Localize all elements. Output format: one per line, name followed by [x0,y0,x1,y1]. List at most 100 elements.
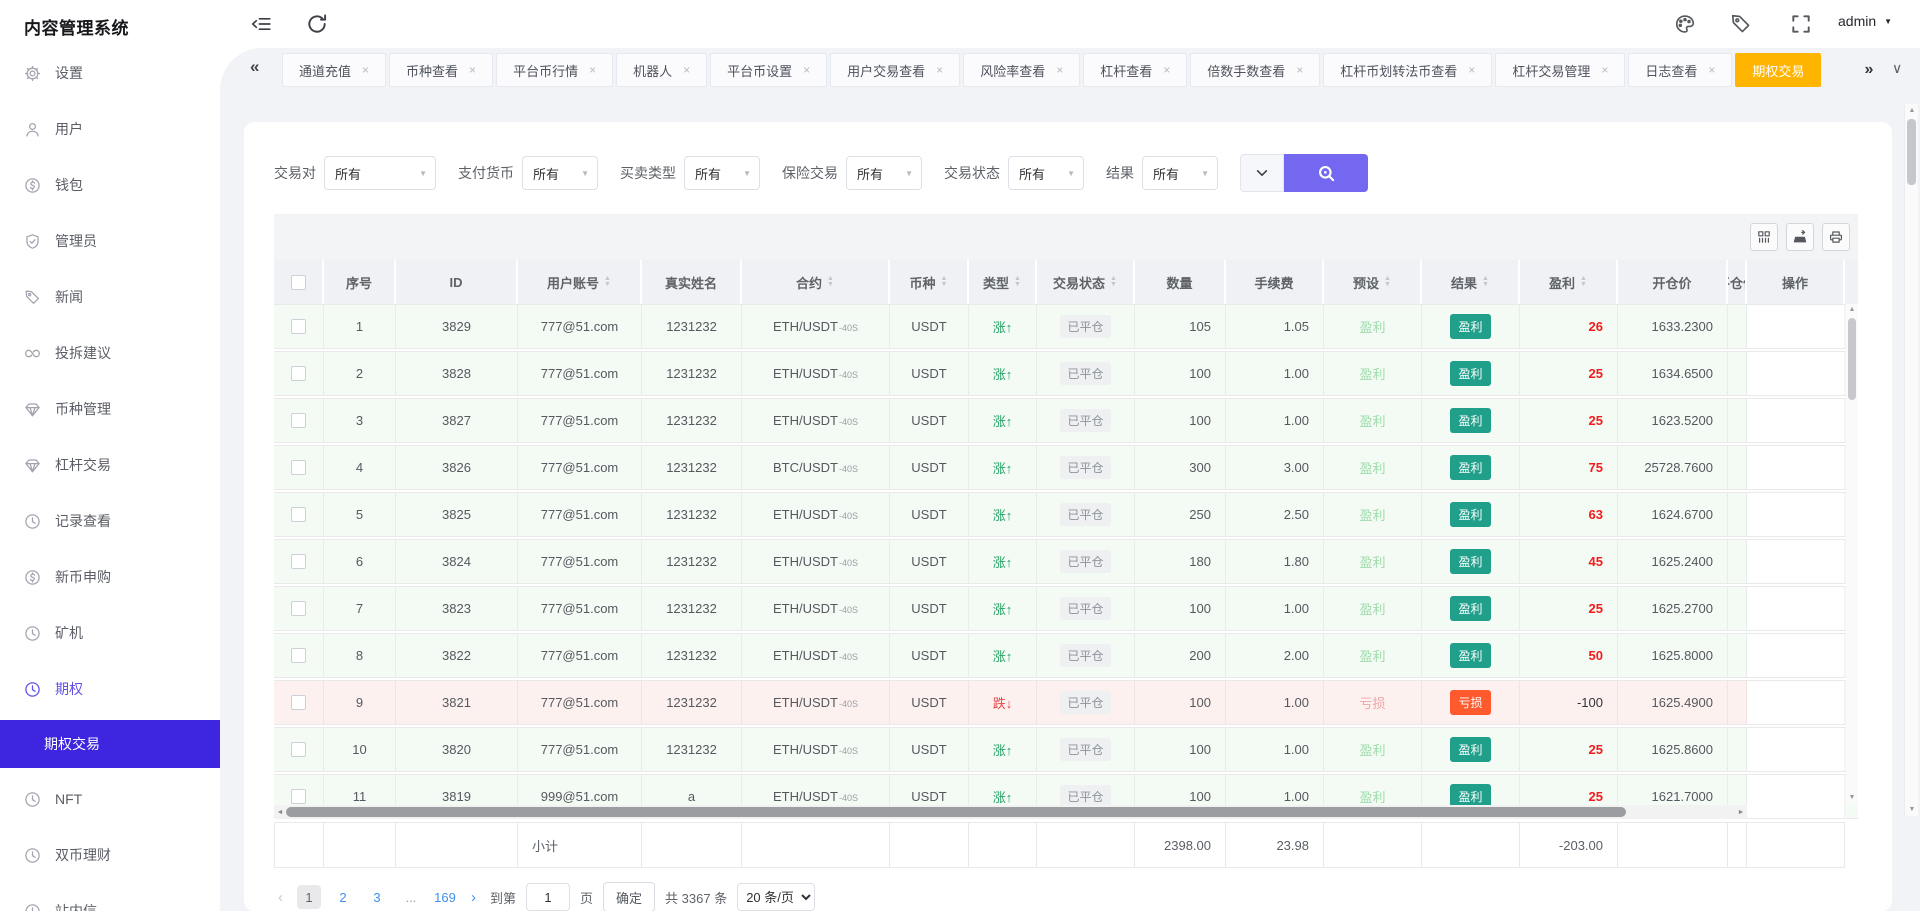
page-size-select[interactable]: 20 条/页 [737,883,815,911]
palette-icon[interactable] [1674,13,1696,35]
user-menu[interactable]: admin ▼ [1838,13,1892,29]
sort-caret-icon[interactable]: ▲▼ [1482,276,1489,288]
sort-caret-icon[interactable]: ▲▼ [1014,276,1021,288]
sidebar-item-news[interactable]: 新闻 [0,269,220,325]
export-button[interactable] [1786,223,1814,251]
sidebar-item-miner[interactable]: 矿机 [0,605,220,661]
sidebar-item-mail[interactable]: 站内信 [0,883,220,911]
expand-filters-button[interactable] [1240,154,1284,192]
col-header-account[interactable]: 用户账号▲▼ [518,260,642,304]
row-checkbox[interactable] [291,601,306,616]
sidebar-item-feedback[interactable]: 投拆建议 [0,325,220,381]
sidebar-item-leverage[interactable]: 杠杆交易 [0,437,220,493]
col-header-type[interactable]: 类型▲▼ [969,260,1037,304]
sidebar-item-option[interactable]: 期权 [0,661,220,717]
tab-机器人[interactable]: 机器人× [616,53,707,87]
tab-日志查看[interactable]: 日志查看× [1628,53,1732,87]
scroll-down-arrow-icon[interactable]: ▼ [1846,792,1858,804]
tabs-dropdown-icon[interactable]: ∨ [1892,60,1902,77]
page-number-1[interactable]: 1 [297,885,321,909]
tab-close-icon[interactable]: × [589,63,596,77]
tab-close-icon[interactable]: × [803,63,810,77]
tab-期权交易[interactable]: 期权交易 [1735,53,1821,87]
sidebar-item-admins[interactable]: 管理员 [0,213,220,269]
tab-用户交易查看[interactable]: 用户交易查看× [830,53,960,87]
page-number-169[interactable]: 169 [433,885,457,909]
select-all-checkbox[interactable] [291,275,306,290]
sidebar-item-new-coin[interactable]: 新币申购 [0,549,220,605]
sidebar-subitem-option-trade[interactable]: 期权交易 [0,720,220,768]
tab-close-icon[interactable]: × [1163,63,1170,77]
sidebar-item-users[interactable]: 用户 [0,101,220,157]
scroll-up-arrow-icon[interactable]: ▲ [1846,304,1858,316]
row-checkbox[interactable] [291,507,306,522]
tab-close-icon[interactable]: × [1708,63,1715,77]
tab-close-icon[interactable]: × [1296,63,1303,77]
page-scroll-up-icon[interactable]: ▲ [1905,104,1919,117]
sort-caret-icon[interactable]: ▲▼ [827,276,834,288]
col-header-result[interactable]: 结果▲▼ [1422,260,1520,304]
row-checkbox[interactable] [291,554,306,569]
print-button[interactable] [1822,223,1850,251]
menu-fold-icon[interactable] [250,13,272,35]
row-checkbox[interactable] [291,695,306,710]
page-scrollbar-thumb[interactable] [1907,119,1916,185]
col-header-preset[interactable]: 预设▲▼ [1324,260,1422,304]
search-button[interactable] [1284,154,1368,192]
table-vertical-scrollbar-thumb[interactable] [1848,318,1856,400]
tab-close-icon[interactable]: × [362,63,369,77]
tab-平台币设置[interactable]: 平台币设置× [710,53,827,87]
fullscreen-icon[interactable] [1790,13,1812,35]
tab-杠杆币划转法币查看[interactable]: 杠杆币划转法币查看× [1323,53,1492,87]
page-scroll-down-icon[interactable]: ▼ [1905,803,1919,816]
scroll-left-arrow-icon[interactable]: ◄ [274,809,286,816]
tab-杠杆查看[interactable]: 杠杆查看× [1083,53,1187,87]
tab-币种查看[interactable]: 币种查看× [389,53,493,87]
table-vertical-scrollbar[interactable]: ▲ ▼ [1846,304,1858,804]
tab-close-icon[interactable]: × [1056,63,1063,77]
tab-close-icon[interactable]: × [469,63,476,77]
refresh-icon[interactable] [306,13,328,35]
pay-coin-select[interactable]: 所有▼ [522,156,598,190]
tab-close-icon[interactable]: × [1468,63,1475,77]
row-checkbox[interactable] [291,319,306,334]
row-checkbox[interactable] [291,460,306,475]
row-checkbox[interactable] [291,742,306,757]
sidebar-item-coin-manage[interactable]: 币种管理 [0,381,220,437]
tabs-scroll-left-icon[interactable]: « [250,57,259,77]
prev-page-icon[interactable]: ‹ [274,889,287,906]
sidebar-item-dual-finance[interactable]: 双币理财 [0,827,220,883]
horizontal-scrollbar-thumb[interactable] [286,807,1626,817]
sort-caret-icon[interactable]: ▲▼ [1110,276,1117,288]
tab-倍数手数查看[interactable]: 倍数手数查看× [1190,53,1320,87]
sidebar-item-nft[interactable]: NFT [0,771,220,827]
row-checkbox[interactable] [291,789,306,804]
page-number-3[interactable]: 3 [365,885,389,909]
page-number-2[interactable]: 2 [331,885,355,909]
page-scrollbar[interactable]: ▲ ▼ [1904,104,1918,816]
tab-杠杆交易管理[interactable]: 杠杆交易管理× [1495,53,1625,87]
row-checkbox[interactable] [291,413,306,428]
pair-select[interactable]: 所有▼ [324,156,436,190]
result-select[interactable]: 所有▼ [1142,156,1218,190]
sort-caret-icon[interactable]: ▲▼ [604,276,611,288]
horizontal-scrollbar[interactable]: ◄ ► [274,805,1747,819]
columns-button[interactable] [1750,223,1778,251]
insurance-select[interactable]: 所有▼ [846,156,922,190]
col-header-coin[interactable]: 币种▲▼ [890,260,969,304]
goto-page-input[interactable] [526,883,570,911]
sort-caret-icon[interactable]: ▲▼ [941,276,948,288]
row-checkbox[interactable] [291,366,306,381]
col-header-status[interactable]: 交易状态▲▼ [1037,260,1135,304]
col-header-profit[interactable]: 盈利▲▼ [1520,260,1618,304]
trade-type-select[interactable]: 所有▼ [684,156,760,190]
confirm-button[interactable]: 确定 [603,882,655,911]
row-checkbox[interactable] [291,648,306,663]
tab-close-icon[interactable]: × [936,63,943,77]
sort-caret-icon[interactable]: ▲▼ [1384,276,1391,288]
col-header-contract[interactable]: 合约▲▼ [742,260,890,304]
tabs-scroll-right-icon[interactable]: » [1852,53,1886,87]
sidebar-item-settings[interactable]: 设置 [0,45,220,101]
sidebar-item-records[interactable]: 记录查看 [0,493,220,549]
tag-icon[interactable] [1730,13,1752,35]
